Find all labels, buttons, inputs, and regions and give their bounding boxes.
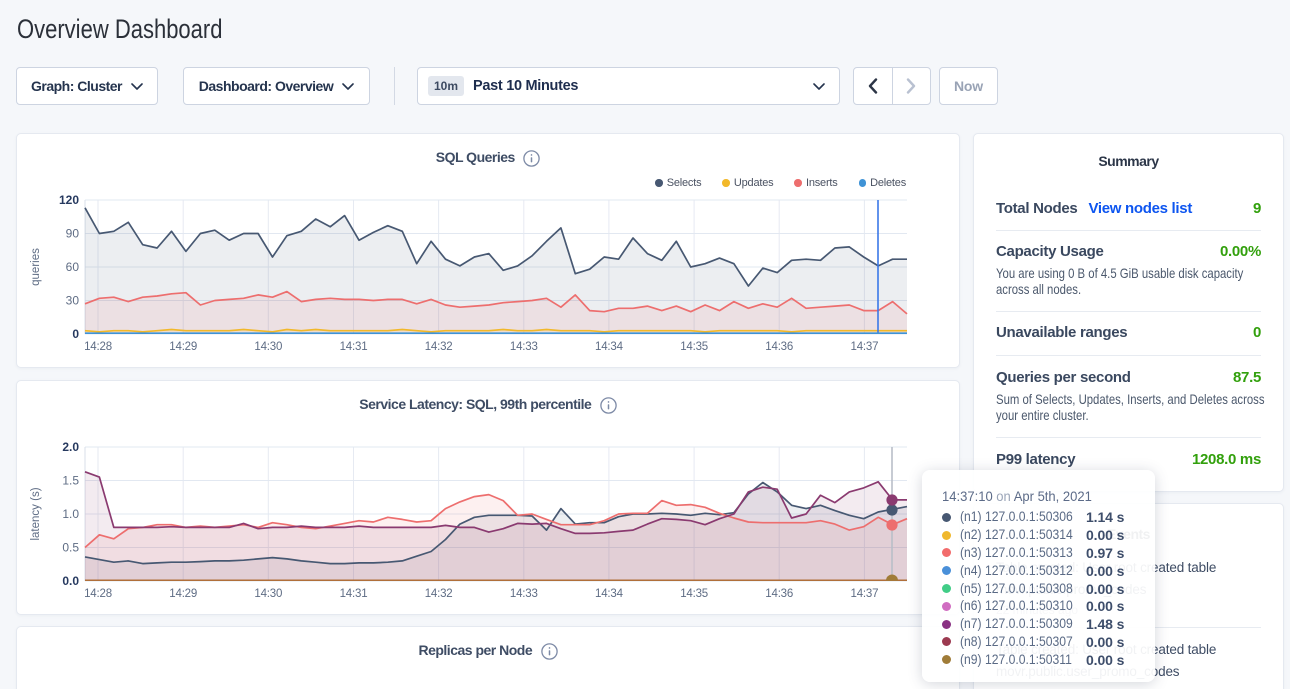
svg-text:14:33: 14:33 [510, 588, 538, 600]
svg-text:120: 120 [59, 193, 79, 207]
svg-text:14:31: 14:31 [340, 588, 368, 600]
svg-text:30: 30 [66, 294, 80, 308]
svg-text:14:32: 14:32 [425, 588, 453, 600]
svg-text:14:34: 14:34 [595, 341, 624, 353]
svg-text:14:37: 14:37 [851, 588, 879, 600]
svg-text:14:30: 14:30 [254, 341, 282, 353]
svg-text:queries: queries [30, 248, 42, 286]
svg-text:14:28: 14:28 [84, 341, 112, 353]
svg-text:90: 90 [66, 227, 80, 241]
svg-text:0.5: 0.5 [62, 541, 79, 555]
svg-text:14:35: 14:35 [680, 588, 708, 600]
svg-text:14:29: 14:29 [169, 588, 197, 600]
svg-text:1.5: 1.5 [62, 474, 79, 488]
svg-text:0: 0 [72, 327, 79, 341]
svg-text:14:31: 14:31 [340, 341, 368, 353]
svg-text:0.0: 0.0 [62, 574, 79, 588]
svg-text:14:35: 14:35 [680, 341, 708, 353]
svg-text:14:34: 14:34 [595, 588, 624, 600]
svg-text:14:36: 14:36 [765, 341, 793, 353]
svg-text:latency (s): latency (s) [30, 487, 42, 540]
svg-text:14:37: 14:37 [851, 341, 879, 353]
svg-text:14:32: 14:32 [425, 341, 453, 353]
svg-text:14:28: 14:28 [84, 588, 112, 600]
svg-text:1.0: 1.0 [62, 507, 79, 521]
svg-text:14:29: 14:29 [169, 341, 197, 353]
svg-text:14:36: 14:36 [765, 588, 793, 600]
svg-text:2.0: 2.0 [62, 440, 79, 454]
svg-text:14:33: 14:33 [510, 341, 538, 353]
svg-text:60: 60 [66, 260, 80, 274]
svg-text:14:30: 14:30 [254, 588, 282, 600]
